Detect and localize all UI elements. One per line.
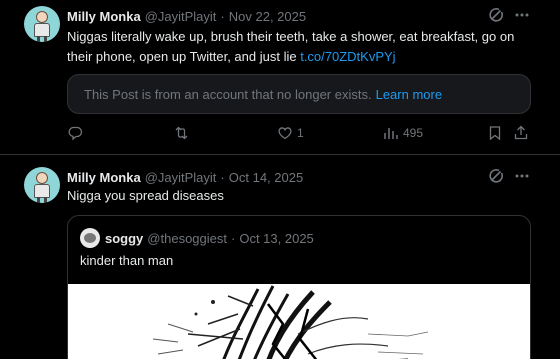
author-name[interactable]: Milly Monka bbox=[67, 9, 141, 24]
reply-button[interactable] bbox=[67, 125, 83, 141]
action-bar: 1 495 bbox=[67, 125, 532, 145]
share-button[interactable] bbox=[513, 125, 529, 141]
separator-dot: · bbox=[220, 8, 225, 24]
quoted-tweet[interactable]: soggy @thesoggiest · Oct 13, 2025 kinder… bbox=[67, 215, 531, 359]
tweet[interactable]: Milly Monka @JayitPlayit · Nov 22, 2025 … bbox=[0, 0, 560, 155]
separator-dot: · bbox=[220, 169, 225, 185]
share-icon bbox=[513, 125, 529, 141]
views-button[interactable]: 495 bbox=[383, 125, 423, 141]
author-name[interactable]: Milly Monka bbox=[67, 170, 141, 185]
unavailable-post-notice: This Post is from an account that no lon… bbox=[67, 74, 531, 114]
like-count: 1 bbox=[297, 126, 304, 140]
quoted-author-name[interactable]: soggy bbox=[105, 231, 143, 246]
tweet-date[interactable]: Oct 14, 2025 bbox=[229, 170, 303, 185]
retweet-button[interactable] bbox=[173, 125, 190, 141]
bookmark-button[interactable] bbox=[487, 125, 503, 141]
author-handle[interactable]: @JayitPlayit bbox=[145, 9, 217, 24]
quoted-tweet-text: kinder than man bbox=[80, 253, 174, 268]
more-icon[interactable] bbox=[514, 168, 530, 184]
tweet-text: Nigga you spread diseases bbox=[67, 188, 224, 203]
avatar[interactable] bbox=[24, 167, 60, 203]
author-handle[interactable]: @JayitPlayit bbox=[145, 170, 217, 185]
separator-dot: · bbox=[231, 230, 236, 246]
grok-icon[interactable] bbox=[488, 168, 504, 184]
tweet-date[interactable]: Nov 22, 2025 bbox=[229, 9, 306, 24]
bookmark-icon bbox=[487, 125, 503, 141]
like-button[interactable]: 1 bbox=[277, 125, 304, 141]
tweet-header: Milly Monka @JayitPlayit · Oct 14, 2025 bbox=[67, 167, 560, 187]
view-count: 495 bbox=[403, 126, 424, 140]
avatar[interactable] bbox=[24, 6, 60, 42]
grok-icon[interactable] bbox=[488, 7, 504, 23]
quoted-tweet-date[interactable]: Oct 13, 2025 bbox=[239, 231, 313, 246]
more-icon[interactable] bbox=[514, 7, 530, 23]
notice-text: This Post is from an account that no lon… bbox=[84, 86, 372, 102]
tweet[interactable]: Milly Monka @JayitPlayit · Oct 14, 2025 … bbox=[0, 156, 560, 359]
views-icon bbox=[383, 125, 399, 141]
tweet-link[interactable]: t.co/70ZDtKvPYj bbox=[300, 49, 395, 64]
like-icon bbox=[277, 125, 293, 141]
quoted-author-handle[interactable]: @thesoggiest bbox=[147, 231, 227, 246]
quoted-media-image[interactable] bbox=[68, 284, 530, 359]
quoted-tweet-header: soggy @thesoggiest · Oct 13, 2025 bbox=[80, 228, 314, 248]
tweet-text: Niggas literally wake up, brush their te… bbox=[67, 29, 515, 64]
retweet-icon bbox=[173, 125, 190, 141]
tweet-header: Milly Monka @JayitPlayit · Nov 22, 2025 bbox=[67, 6, 560, 26]
learn-more-link[interactable]: Learn more bbox=[376, 87, 442, 102]
reply-icon bbox=[67, 125, 83, 141]
quoted-avatar[interactable] bbox=[80, 228, 100, 248]
